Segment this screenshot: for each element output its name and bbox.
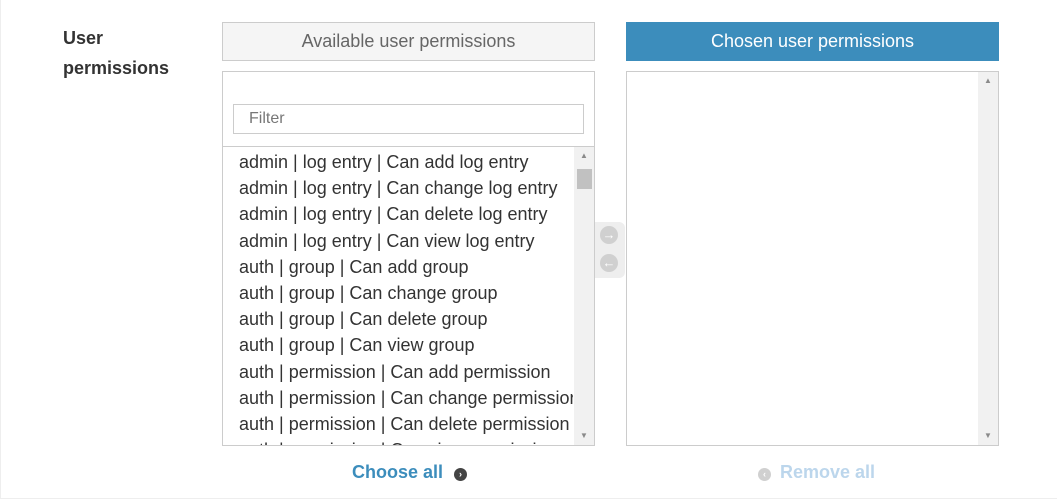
remove-all-label: Remove all — [780, 462, 876, 482]
move-buttons: → ← — [595, 222, 625, 278]
permission-option[interactable]: auth | group | Can view group — [223, 332, 573, 358]
permissions-widget: User permissions Available user permissi… — [0, 0, 1057, 499]
available-options: admin | log entry | Can add log entry adm… — [223, 147, 573, 445]
permission-option[interactable]: auth | group | Can delete group — [223, 306, 573, 332]
scroll-down-icon[interactable]: ▼ — [978, 427, 998, 445]
available-listbox[interactable]: admin | log entry | Can add log entry adm… — [222, 146, 595, 446]
chosen-options — [627, 72, 977, 445]
chosen-title: Chosen user permissions — [626, 22, 999, 61]
choose-all-link[interactable]: Choose all › — [352, 459, 468, 485]
permission-option[interactable]: auth | permission | Can add permission — [223, 359, 573, 385]
permission-option[interactable]: auth | permission | Can view permission — [223, 437, 573, 445]
permission-option[interactable]: admin | log entry | Can change log entry — [223, 175, 573, 201]
arrow-right-circle-icon[interactable]: → — [600, 226, 618, 244]
arrow-left-circle-icon[interactable]: ← — [600, 254, 618, 272]
available-scrollbar[interactable]: ▲ ▼ — [574, 147, 594, 445]
arrow-right-circle-icon: › — [454, 468, 468, 481]
permission-option[interactable]: auth | permission | Can change permissio… — [223, 385, 573, 411]
chosen-listbox[interactable]: ▲ ▼ — [626, 71, 999, 446]
permission-option[interactable]: admin | log entry | Can delete log entry — [223, 201, 573, 227]
filter-box — [222, 71, 595, 147]
filter-input[interactable] — [233, 104, 584, 134]
arrow-left-circle-icon: ‹ — [758, 468, 771, 481]
chosen-scrollbar[interactable]: ▲ ▼ — [978, 72, 998, 445]
field-label: User permissions — [63, 28, 170, 78]
choose-all-label: Choose all — [352, 462, 444, 482]
scroll-up-icon[interactable]: ▲ — [574, 147, 594, 165]
remove-all-link[interactable]: ‹ Remove all — [758, 459, 875, 485]
permission-option[interactable]: admin | log entry | Can add log entry — [223, 149, 573, 175]
scroll-up-icon[interactable]: ▲ — [978, 72, 998, 90]
scroll-thumb[interactable] — [577, 169, 592, 189]
permission-option[interactable]: admin | log entry | Can view log entry — [223, 228, 573, 254]
permission-option[interactable]: auth | group | Can add group — [223, 254, 573, 280]
scroll-down-icon[interactable]: ▼ — [574, 427, 594, 445]
permission-option[interactable]: auth | permission | Can delete permissio… — [223, 411, 573, 437]
permission-option[interactable]: auth | group | Can change group — [223, 280, 573, 306]
available-title: Available user permissions — [222, 22, 595, 61]
